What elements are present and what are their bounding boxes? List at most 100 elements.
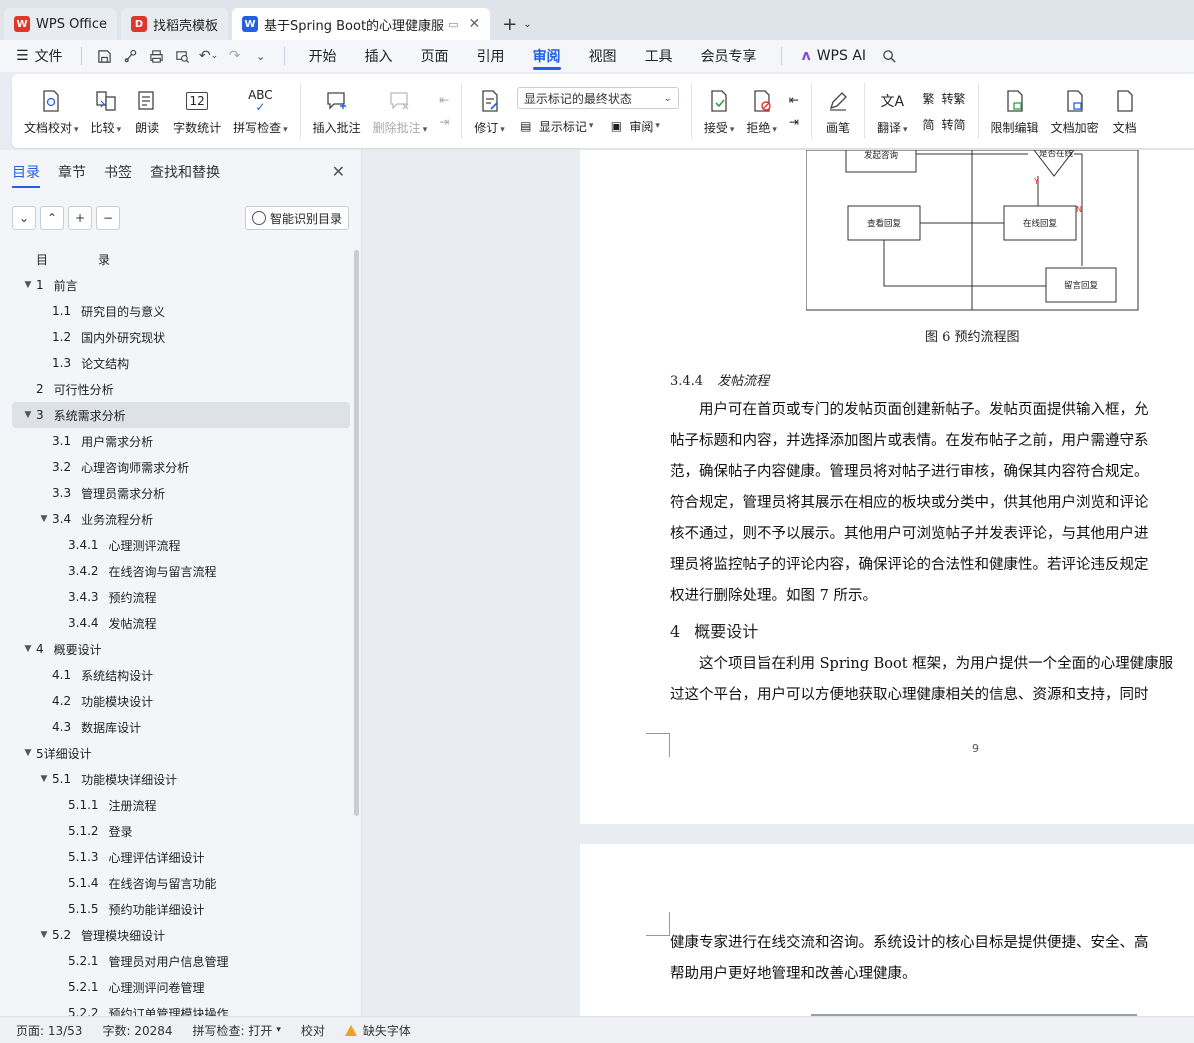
expand-arrow-icon[interactable]: ▼ — [36, 514, 52, 524]
tab-bookmarks[interactable]: 书签 — [104, 162, 132, 182]
insert-comment-button[interactable]: 插入批注 — [307, 79, 367, 143]
spell-check-status[interactable]: 拼写检查: 打开 ▾ — [193, 1022, 281, 1039]
toc-scrollbar[interactable] — [354, 250, 359, 816]
to-simplified-button[interactable]: 简 转简 — [920, 115, 966, 133]
save-icon[interactable] — [92, 43, 118, 69]
new-tab-button[interactable]: + ⌄ — [494, 8, 539, 40]
menu-page[interactable]: 页面 — [407, 40, 463, 72]
toc-item[interactable]: 5.1.4 在线咨询与留言功能 — [12, 870, 350, 896]
expand-arrow-icon[interactable]: ▼ — [36, 774, 52, 784]
toc-item[interactable]: 3.4.2 在线咨询与留言流程 — [12, 558, 350, 584]
toc-item[interactable]: 3.4.1 心理测评流程 — [12, 532, 350, 558]
menu-review[interactable]: 审阅 — [519, 40, 575, 72]
collapse-down-icon[interactable]: ⌄ — [12, 206, 36, 230]
toc-item[interactable]: 3.4.4 发帖流程 — [12, 610, 350, 636]
toc-item[interactable]: 1.1 研究目的与意义 — [12, 298, 350, 324]
proofread-status[interactable]: 校对 — [301, 1022, 325, 1039]
toc-item[interactable]: 3.3 管理员需求分析 — [12, 480, 350, 506]
toc-item[interactable]: ▼ 5.2 管理模块细设计 — [12, 922, 350, 948]
read-aloud-button[interactable]: 朗读 — [127, 79, 167, 143]
expand-arrow-icon[interactable]: ▼ — [20, 410, 36, 420]
toc-item[interactable]: 3.2 心理咨询师需求分析 — [12, 454, 350, 480]
menu-tools[interactable]: 工具 — [631, 40, 687, 72]
collapse-up-icon[interactable]: ⌃ — [40, 206, 64, 230]
menu-home[interactable]: 开始 — [295, 40, 351, 72]
expand-arrow-icon[interactable]: ▼ — [36, 930, 52, 940]
chevron-down-icon[interactable]: ⌄ — [523, 19, 531, 30]
toc-item[interactable]: ▼ 5.1 功能模块详细设计 — [12, 766, 350, 792]
tab-wps-office[interactable]: W WPS Office — [4, 8, 118, 40]
draw-pen-button[interactable]: 画笔 — [818, 79, 858, 143]
print-icon[interactable] — [144, 43, 170, 69]
toc-item[interactable]: 目录 — [12, 246, 350, 272]
previous-comment-icon[interactable]: ⇤ — [439, 93, 449, 107]
wps-ai-button[interactable]: ᴧ WPS AI — [792, 48, 876, 64]
toc-item[interactable]: 1.3 论文结构 — [12, 350, 350, 376]
word-count-indicator[interactable]: 字数: 20284 — [102, 1022, 172, 1039]
translate-button[interactable]: 文A 翻译 ▾ — [871, 79, 914, 143]
spell-check-button[interactable]: ABC ✓ 拼写检查 ▾ — [227, 79, 294, 143]
toc-item[interactable]: 3.4.3 预约流程 — [12, 584, 350, 610]
encrypt-button[interactable]: 文档加密 — [1045, 79, 1105, 143]
menu-view[interactable]: 视图 — [575, 40, 631, 72]
toc-item[interactable]: 5.2.1 管理员对用户信息管理 — [12, 948, 350, 974]
accept-button[interactable]: 接受 ▾ — [698, 79, 741, 143]
proofread-button[interactable]: 文档校对 ▾ — [18, 79, 85, 143]
tab-current-document[interactable]: W 基于Spring Boot的心理健康服 ▭ ✕ — [232, 8, 491, 40]
reject-button[interactable]: 拒绝 ▾ — [740, 79, 783, 143]
delete-comment-button[interactable]: 删除批注 ▾ — [367, 79, 434, 143]
print-preview-icon[interactable] — [170, 43, 196, 69]
remove-heading-icon[interactable]: − — [96, 206, 120, 230]
review-pane-button[interactable]: ▣ 审阅 ▾ — [607, 117, 660, 135]
toc-item[interactable]: 3.1 用户需求分析 — [12, 428, 350, 454]
tab-docer-templates[interactable]: D 找稻壳模板 — [121, 8, 229, 40]
smart-toc-button[interactable]: 智能识别目录 — [244, 206, 349, 230]
toc-item[interactable]: 4.2 功能模块设计 — [12, 688, 350, 714]
toc-item[interactable]: 4.3 数据库设计 — [12, 714, 350, 740]
add-heading-icon[interactable]: + — [68, 206, 92, 230]
next-change-icon[interactable]: ⇥ — [789, 115, 799, 129]
restrict-edit-button[interactable]: 限制编辑 — [985, 79, 1045, 143]
toc-item[interactable]: 2 可行性分析 — [12, 376, 350, 402]
file-menu[interactable]: ☰ 文件 — [12, 46, 71, 66]
document-more-button[interactable]: 文档 — [1105, 79, 1145, 143]
next-comment-icon[interactable]: ⇥ — [439, 115, 449, 129]
toc-item[interactable]: 1.2 国内外研究现状 — [12, 324, 350, 350]
menu-references[interactable]: 引用 — [463, 40, 519, 72]
menu-member[interactable]: 会员专享 — [687, 40, 771, 72]
toc-item[interactable]: ▼ 3 系统需求分析 — [12, 402, 350, 428]
toc-item[interactable]: ▼ 4 概要设计 — [12, 636, 350, 662]
close-tab-icon[interactable]: ✕ — [468, 16, 480, 32]
expand-arrow-icon[interactable]: ▼ — [20, 644, 36, 654]
toc-item[interactable]: 5.2.1 心理测评问卷管理 — [12, 974, 350, 1000]
toc-item[interactable]: 4.1 系统结构设计 — [12, 662, 350, 688]
toc-item[interactable]: 5.1.5 预约功能详细设计 — [12, 896, 350, 922]
tab-chapters[interactable]: 章节 — [58, 162, 86, 182]
toc-item[interactable]: 5.1.1 注册流程 — [12, 792, 350, 818]
toc-item[interactable]: ▼ 3.4 业务流程分析 — [12, 506, 350, 532]
compare-button[interactable]: 比较 ▾ — [85, 79, 128, 143]
menu-insert[interactable]: 插入 — [351, 40, 407, 72]
toc-item[interactable]: 5.1.2 登录 — [12, 818, 350, 844]
toc-item[interactable]: 5.2.2 预约订单管理模块操作 — [12, 1000, 350, 1016]
missing-font-status[interactable]: 缺失字体 — [344, 1022, 411, 1039]
track-changes-button[interactable]: 修订 ▾ — [468, 79, 511, 143]
word-count-button[interactable]: 12 字数统计 — [167, 79, 227, 143]
close-pane-icon[interactable]: ✕ — [332, 162, 345, 181]
expand-arrow-icon[interactable]: ▼ — [20, 280, 36, 290]
show-markup-button[interactable]: ▤ 显示标记 ▾ — [517, 117, 593, 135]
toc-item[interactable]: ▼ 1 前言 — [12, 272, 350, 298]
previous-change-icon[interactable]: ⇤ — [789, 93, 799, 107]
page-indicator[interactable]: 页面: 13/53 — [16, 1022, 82, 1039]
quick-access-more-icon[interactable]: ⌄ — [248, 43, 274, 69]
toc-item[interactable]: 5.1.3 心理评估详细设计 — [12, 844, 350, 870]
markup-mode-select[interactable]: 显示标记的最终状态 ⌄ — [516, 87, 679, 109]
expand-arrow-icon[interactable]: ▼ — [20, 748, 36, 758]
search-icon[interactable] — [876, 43, 902, 69]
tab-find-replace[interactable]: 查找和替换 — [150, 162, 220, 182]
redo-icon[interactable]: ↷ — [222, 43, 248, 69]
share-icon[interactable] — [118, 43, 144, 69]
to-traditional-button[interactable]: 繁 转繁 — [920, 89, 966, 107]
tab-toc[interactable]: 目录 — [12, 162, 40, 188]
toc-item[interactable]: ▼ 5详细设计 — [12, 740, 350, 766]
